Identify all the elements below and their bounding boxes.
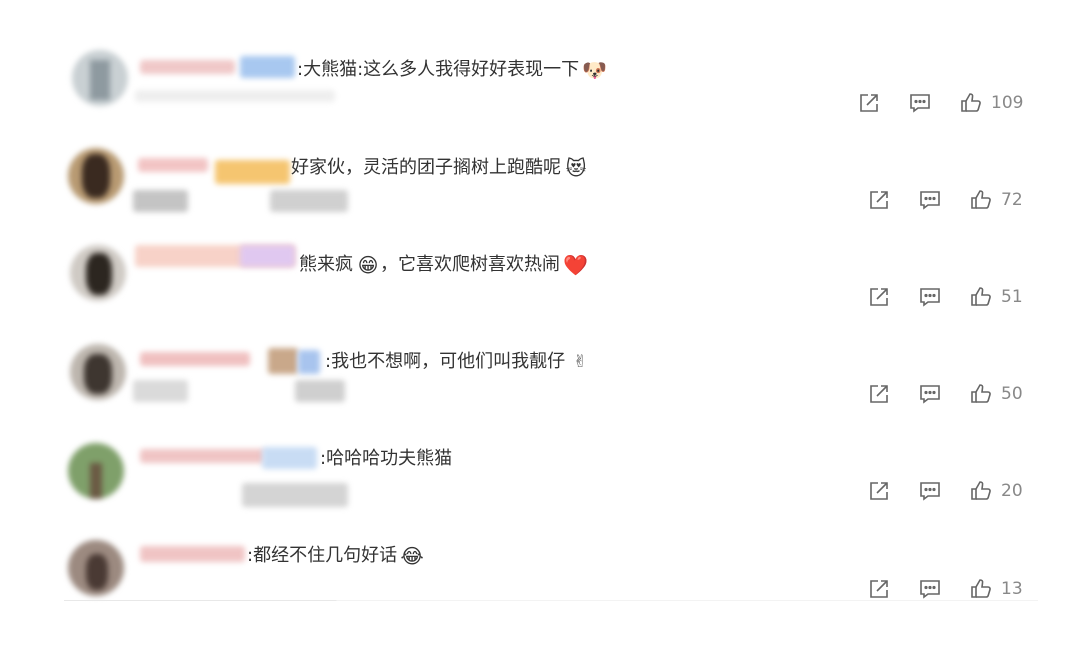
avatar[interactable] <box>70 245 126 301</box>
comment-item: :都经不住几句好话 😂 13 <box>0 534 1080 631</box>
meta-blurred <box>133 190 188 212</box>
comment-text-content: :哈哈哈功夫熊猫 <box>320 448 453 469</box>
like-icon[interactable] <box>969 285 993 309</box>
like-icon[interactable] <box>969 479 993 503</box>
comment-text-content: :都经不住几句好话 <box>247 545 398 566</box>
comment-text-content: 熊来疯 <box>299 254 353 275</box>
share-icon[interactable] <box>867 188 891 212</box>
comment-text: :我也不想啊，可他们叫我靓仔 ✌ <box>325 350 592 374</box>
comment-actions: 20 <box>867 478 1023 504</box>
grin-emoji-icon: 😁 <box>357 253 379 277</box>
comment-text: :大熊猫:这么多人我得好好表现一下 🐶 <box>297 58 608 82</box>
comment-icon[interactable] <box>918 577 942 601</box>
share-icon[interactable] <box>867 382 891 406</box>
meta-blurred <box>295 380 345 402</box>
like-icon[interactable] <box>969 188 993 212</box>
victory-hand-emoji-icon: ✌ <box>572 352 588 372</box>
meta-blurred <box>270 190 348 212</box>
meta-blurred <box>135 90 335 102</box>
like-count: 50 <box>1001 384 1023 404</box>
like-icon[interactable] <box>969 577 993 601</box>
comment-item: :我也不想啊，可他们叫我靓仔 ✌ 50 <box>0 340 1080 437</box>
username-blurred[interactable] <box>140 449 265 463</box>
comment-icon[interactable] <box>918 479 942 503</box>
comment-item: :大熊猫:这么多人我得好好表现一下 🐶 109 <box>0 48 1080 145</box>
like-count: 109 <box>991 93 1024 113</box>
like-count: 13 <box>1001 579 1023 599</box>
username-blurred[interactable] <box>240 56 295 78</box>
doge-emoji-icon: 🐶 <box>582 58 608 82</box>
username-blurred[interactable] <box>268 348 298 374</box>
comment-item: 熊来疯 😁 ，它喜欢爬树喜欢热闹 ❤️ 51 <box>0 243 1080 340</box>
laughing-emoji-icon: 😂 <box>400 544 424 568</box>
comment-item: 好家伙，灵活的团子搁树上跑酷呢 😻 72 <box>0 146 1080 243</box>
comment-actions: 72 <box>867 187 1023 213</box>
comment-actions: 13 <box>867 576 1023 602</box>
meta-blurred <box>242 483 348 507</box>
comment-icon[interactable] <box>918 285 942 309</box>
comment-icon[interactable] <box>918 382 942 406</box>
like-icon[interactable] <box>959 91 983 115</box>
avatar[interactable] <box>70 344 126 400</box>
comment-text: :都经不住几句好话 😂 <box>247 544 424 568</box>
username-blurred[interactable] <box>215 160 290 184</box>
comment-icon[interactable] <box>908 91 932 115</box>
avatar[interactable] <box>68 148 124 204</box>
share-icon[interactable] <box>867 577 891 601</box>
meta-blurred <box>133 380 188 402</box>
like-count: 20 <box>1001 481 1023 501</box>
like-icon[interactable] <box>969 382 993 406</box>
username-blurred[interactable] <box>140 60 235 74</box>
comment-actions: 50 <box>867 381 1023 407</box>
username-blurred[interactable] <box>140 546 245 562</box>
comment-text: 熊来疯 😁 ，它喜欢爬树喜欢热闹 ❤️ <box>299 253 588 277</box>
comment-text-content: :我也不想啊，可他们叫我靓仔 <box>325 351 566 372</box>
cat-emoji-icon: 😻 <box>565 156 587 180</box>
avatar[interactable] <box>68 443 124 499</box>
comment-text-content: :大熊猫:这么多人我得好好表现一下 <box>297 59 580 80</box>
share-icon[interactable] <box>857 91 881 115</box>
username-blurred[interactable] <box>240 245 295 267</box>
comment-item: :哈哈哈功夫熊猫 20 <box>0 437 1080 534</box>
avatar[interactable] <box>72 50 128 106</box>
username-blurred[interactable] <box>138 158 208 172</box>
avatar[interactable] <box>68 540 124 596</box>
comment-text: 好家伙，灵活的团子搁树上跑酷呢 😻 <box>291 156 588 180</box>
username-blurred[interactable] <box>298 350 320 374</box>
comment-text-content: ，它喜欢爬树喜欢热闹 <box>380 254 560 275</box>
share-icon[interactable] <box>867 479 891 503</box>
share-icon[interactable] <box>867 285 891 309</box>
username-blurred[interactable] <box>262 447 317 469</box>
username-blurred[interactable] <box>140 352 250 366</box>
comment-actions: 109 <box>857 90 1023 116</box>
like-count: 51 <box>1001 287 1023 307</box>
comment-actions: 51 <box>867 284 1023 310</box>
comment-text-content: 好家伙，灵活的团子搁树上跑酷呢 <box>291 157 561 178</box>
heart-emoji-icon: ❤️ <box>563 253 588 277</box>
divider <box>64 600 1038 601</box>
like-count: 72 <box>1001 190 1023 210</box>
comment-text: :哈哈哈功夫熊猫 <box>320 447 452 471</box>
comment-icon[interactable] <box>918 188 942 212</box>
